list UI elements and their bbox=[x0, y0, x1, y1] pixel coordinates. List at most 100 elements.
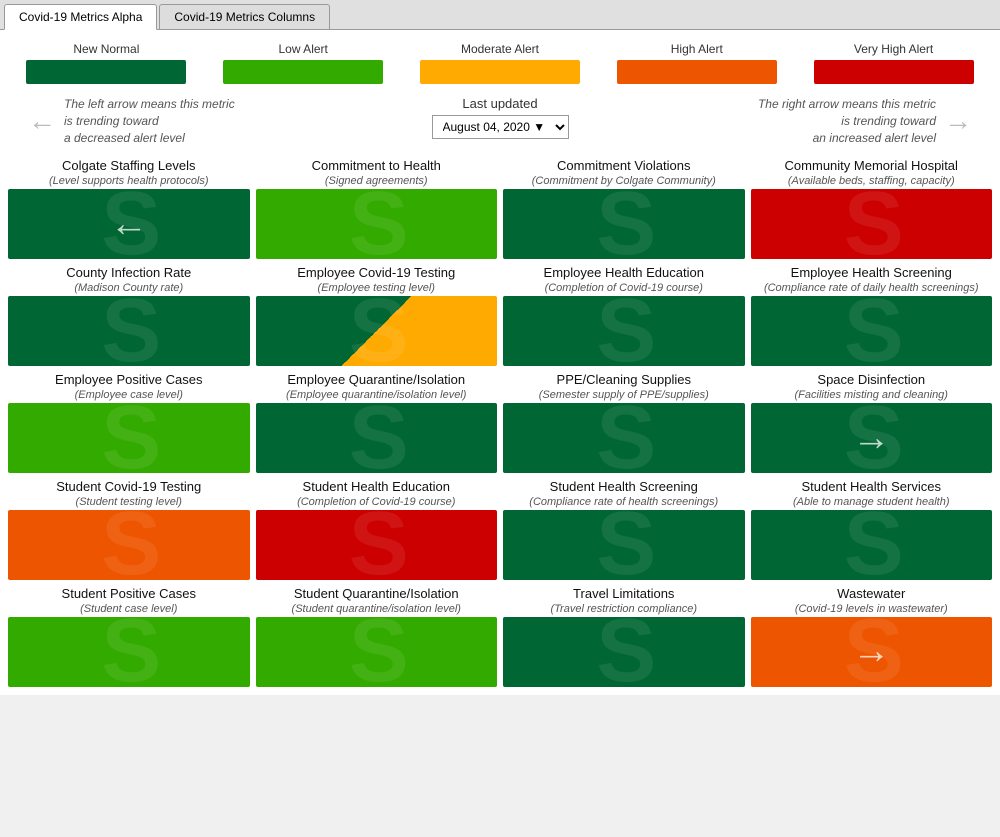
watermark-student-covid-testing: S bbox=[101, 510, 156, 580]
metric-bar-student-health-services[interactable]: S bbox=[751, 510, 993, 580]
metric-subtitle-employee-positive: (Employee case level) bbox=[8, 389, 250, 401]
metric-title-commitment-violations: Commitment Violations bbox=[503, 158, 745, 175]
legend-high-alert: High Alert bbox=[617, 42, 777, 84]
legend-bar-new-normal bbox=[26, 60, 186, 84]
right-trend-arrow: → bbox=[852, 630, 890, 673]
legend-new-normal: New Normal bbox=[26, 42, 186, 84]
metric-subtitle-employee-covid-testing: (Employee testing level) bbox=[256, 282, 498, 294]
watermark-employee-quarantine: S bbox=[349, 403, 404, 473]
arrow-info-left: ← The left arrow means this metricis tre… bbox=[28, 96, 343, 146]
metric-bar-space-disinfection[interactable]: S → bbox=[751, 403, 993, 473]
metric-bar-employee-covid-testing[interactable]: S bbox=[256, 296, 498, 366]
metric-bar-student-health-education[interactable]: S bbox=[256, 510, 498, 580]
metric-bar-wastewater[interactable]: S → bbox=[751, 617, 993, 687]
metric-title-space-disinfection: Space Disinfection bbox=[751, 372, 993, 389]
metric-subtitle-commitment-violations: (Commitment by Colgate Community) bbox=[503, 175, 745, 187]
watermark-student-quarantine: S bbox=[349, 617, 404, 687]
metric-subtitle-employee-health-screening: (Compliance rate of daily health screeni… bbox=[751, 282, 993, 294]
metric-bar-ppe-cleaning[interactable]: S bbox=[503, 403, 745, 473]
metric-subtitle-ppe-cleaning: (Semester supply of PPE/supplies) bbox=[503, 389, 745, 401]
watermark-student-positive: S bbox=[101, 617, 156, 687]
metric-cell-colgate-staffing: Colgate Staffing Levels (Level supports … bbox=[8, 158, 250, 259]
metric-bar-employee-health-education[interactable]: S bbox=[503, 296, 745, 366]
metric-title-travel-limitations: Travel Limitations bbox=[503, 586, 745, 603]
metric-cell-employee-positive: Employee Positive Cases (Employee case l… bbox=[8, 372, 250, 473]
metric-cell-wastewater: Wastewater (Covid-19 levels in wastewate… bbox=[751, 586, 993, 687]
right-arrow-icon: → bbox=[944, 105, 972, 137]
watermark-employee-positive: S bbox=[101, 403, 156, 473]
metric-subtitle-student-positive: (Student case level) bbox=[8, 603, 250, 615]
watermark-student-health-education: S bbox=[349, 510, 404, 580]
metric-title-wastewater: Wastewater bbox=[751, 586, 993, 603]
metric-bar-colgate-staffing[interactable]: S ← bbox=[8, 189, 250, 259]
metric-cell-commitment-violations: Commitment Violations (Commitment by Col… bbox=[503, 158, 745, 259]
metric-title-student-health-services: Student Health Services bbox=[751, 479, 993, 496]
legend-bar-moderate-alert bbox=[420, 60, 580, 84]
legend-bar-low-alert bbox=[223, 60, 383, 84]
metric-bar-community-memorial[interactable]: S bbox=[751, 189, 993, 259]
metric-cell-student-health-services: Student Health Services (Able to manage … bbox=[751, 479, 993, 580]
right-arrow-text: The right arrow means this metricis tren… bbox=[758, 96, 936, 146]
left-arrow-text: The left arrow means this metricis trend… bbox=[64, 96, 235, 146]
metric-bar-employee-positive[interactable]: S bbox=[8, 403, 250, 473]
metric-title-employee-quarantine: Employee Quarantine/Isolation bbox=[256, 372, 498, 389]
legend-bar-very-high-alert bbox=[814, 60, 974, 84]
metric-bar-student-quarantine[interactable]: S bbox=[256, 617, 498, 687]
watermark-student-health-screening: S bbox=[596, 510, 651, 580]
metric-subtitle-student-health-screening: (Compliance rate of health screenings) bbox=[503, 496, 745, 508]
metric-bar-student-health-screening[interactable]: S bbox=[503, 510, 745, 580]
main-container: New Normal Low Alert Moderate Alert High… bbox=[0, 30, 1000, 695]
metric-cell-student-health-screening: Student Health Screening (Compliance rat… bbox=[503, 479, 745, 580]
metric-subtitle-commitment-health: (Signed agreements) bbox=[256, 175, 498, 187]
metric-bar-employee-quarantine[interactable]: S bbox=[256, 403, 498, 473]
metric-cell-space-disinfection: Space Disinfection (Facilities misting a… bbox=[751, 372, 993, 473]
metric-subtitle-wastewater: (Covid-19 levels in wastewater) bbox=[751, 603, 993, 615]
metric-title-employee-health-screening: Employee Health Screening bbox=[751, 265, 993, 282]
arrow-info-row: ← The left arrow means this metricis tre… bbox=[8, 96, 992, 146]
metric-cell-employee-health-screening: Employee Health Screening (Compliance ra… bbox=[751, 265, 993, 366]
right-trend-arrow: → bbox=[852, 417, 890, 460]
metric-cell-county-infection: County Infection Rate (Madison County ra… bbox=[8, 265, 250, 366]
metric-title-student-covid-testing: Student Covid-19 Testing bbox=[8, 479, 250, 496]
left-trend-arrow: ← bbox=[110, 203, 148, 246]
date-select[interactable]: August 04, 2020 ▼ bbox=[432, 115, 569, 139]
metric-title-employee-health-education: Employee Health Education bbox=[503, 265, 745, 282]
metric-cell-travel-limitations: Travel Limitations (Travel restriction c… bbox=[503, 586, 745, 687]
watermark-travel-limitations: S bbox=[596, 617, 651, 687]
metric-subtitle-employee-health-education: (Completion of Covid-19 course) bbox=[503, 282, 745, 294]
watermark-commitment-health: S bbox=[349, 189, 404, 259]
metric-bar-commitment-health[interactable]: S bbox=[256, 189, 498, 259]
metrics-grid: Colgate Staffing Levels (Level supports … bbox=[8, 158, 992, 686]
metric-title-student-health-education: Student Health Education bbox=[256, 479, 498, 496]
metric-bar-employee-health-screening[interactable]: S bbox=[751, 296, 993, 366]
watermark-county-infection: S bbox=[101, 296, 156, 366]
metric-bar-student-positive[interactable]: S bbox=[8, 617, 250, 687]
watermark-ppe-cleaning: S bbox=[596, 403, 651, 473]
metric-title-employee-positive: Employee Positive Cases bbox=[8, 372, 250, 389]
legend: New Normal Low Alert Moderate Alert High… bbox=[8, 38, 992, 88]
watermark-employee-health-education: S bbox=[596, 296, 651, 366]
metric-cell-student-health-education: Student Health Education (Completion of … bbox=[256, 479, 498, 580]
metric-cell-employee-health-education: Employee Health Education (Completion of… bbox=[503, 265, 745, 366]
tab-bar: Covid-19 Metrics Alpha Covid-19 Metrics … bbox=[0, 0, 1000, 30]
metric-cell-student-positive: Student Positive Cases (Student case lev… bbox=[8, 586, 250, 687]
metric-title-commitment-health: Commitment to Health bbox=[256, 158, 498, 175]
legend-bar-high-alert bbox=[617, 60, 777, 84]
metric-title-ppe-cleaning: PPE/Cleaning Supplies bbox=[503, 372, 745, 389]
metric-subtitle-student-health-services: (Able to manage student health) bbox=[751, 496, 993, 508]
watermark-commitment-violations: S bbox=[596, 189, 651, 259]
metric-bar-county-infection[interactable]: S bbox=[8, 296, 250, 366]
tab-columns[interactable]: Covid-19 Metrics Columns bbox=[159, 4, 330, 29]
arrow-info-center: Last updated August 04, 2020 ▼ bbox=[343, 96, 658, 139]
metric-subtitle-space-disinfection: (Facilities misting and cleaning) bbox=[751, 389, 993, 401]
tab-alpha[interactable]: Covid-19 Metrics Alpha bbox=[4, 4, 157, 30]
metric-bar-travel-limitations[interactable]: S bbox=[503, 617, 745, 687]
metric-subtitle-county-infection: (Madison County rate) bbox=[8, 282, 250, 294]
metric-cell-employee-covid-testing: Employee Covid-19 Testing (Employee test… bbox=[256, 265, 498, 366]
metric-cell-commitment-health: Commitment to Health (Signed agreements)… bbox=[256, 158, 498, 259]
metric-bar-student-covid-testing[interactable]: S bbox=[8, 510, 250, 580]
watermark-employee-covid-testing: S bbox=[349, 296, 404, 366]
metric-bar-commitment-violations[interactable]: S bbox=[503, 189, 745, 259]
metric-subtitle-student-health-education: (Completion of Covid-19 course) bbox=[256, 496, 498, 508]
metric-subtitle-community-memorial: (Available beds, staffing, capacity) bbox=[751, 175, 993, 187]
